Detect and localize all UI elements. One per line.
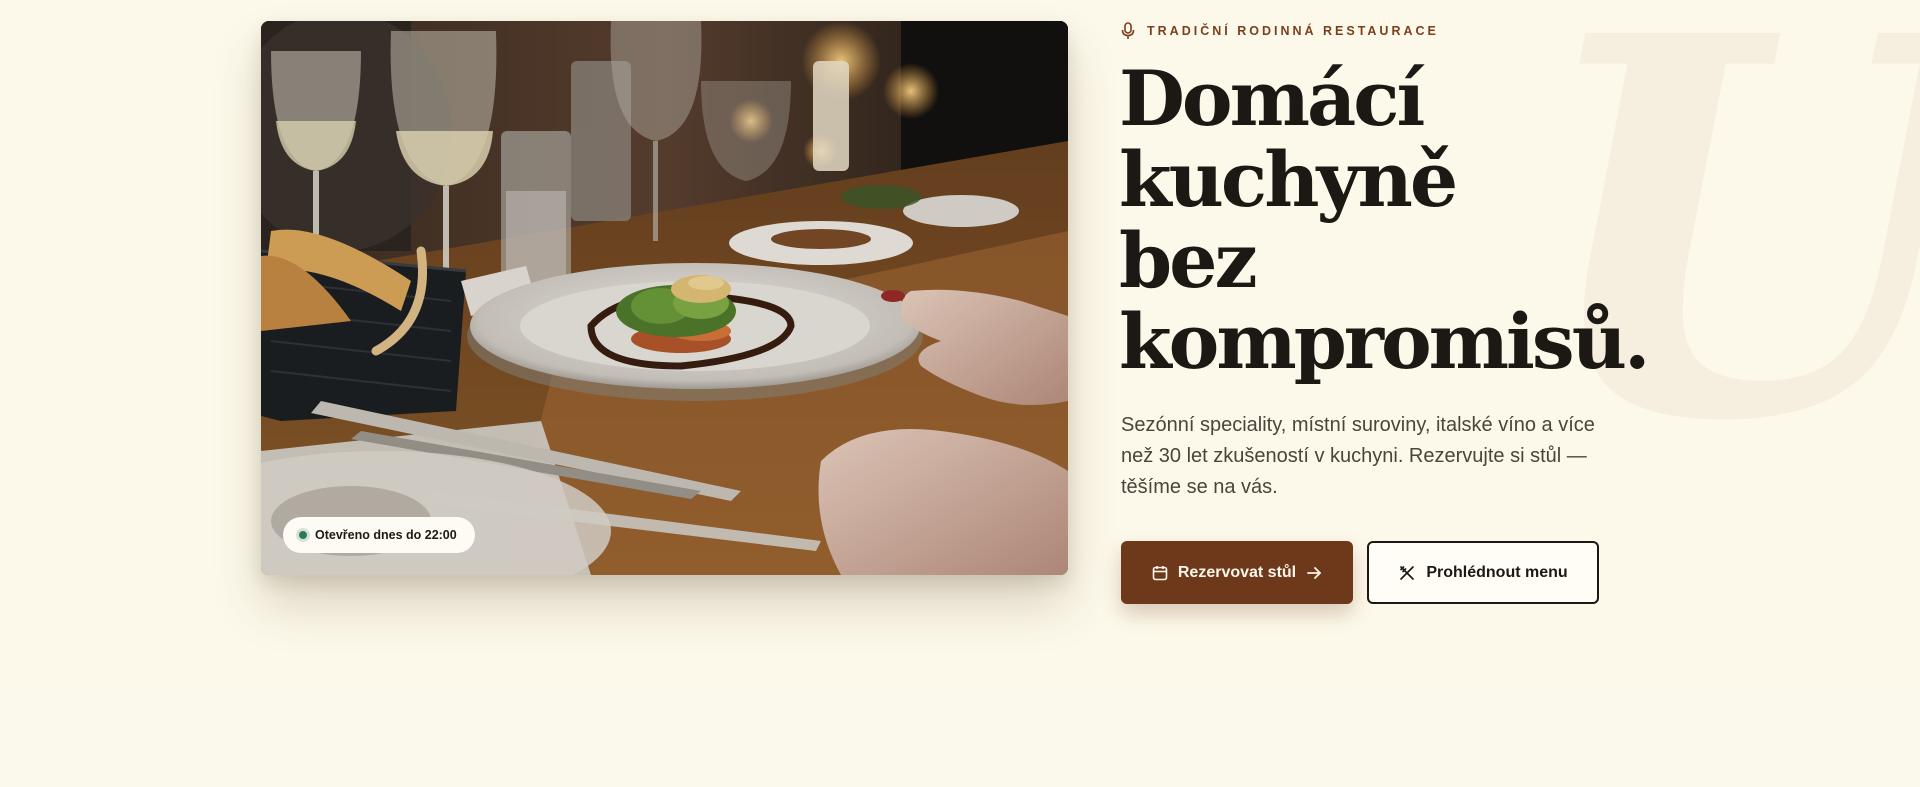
calendar-icon bbox=[1152, 565, 1168, 581]
restaurant-table-image bbox=[261, 21, 1068, 575]
headline-line: kompromisů. bbox=[1119, 297, 1650, 386]
headline-line: bez bbox=[1119, 216, 1258, 305]
view-menu-label: Prohlédnout menu bbox=[1426, 563, 1568, 581]
headline-line: kuchyně bbox=[1119, 135, 1458, 224]
page-title: Domácí kuchyně bez kompromisů. bbox=[1119, 54, 1650, 386]
page: U bbox=[0, 0, 1920, 787]
hero-photo: Otevřeno dnes do 22:00 bbox=[261, 21, 1068, 575]
reserve-table-button[interactable]: Rezervovat stůl bbox=[1121, 541, 1353, 604]
eyebrow: TRADIČNÍ RODINNÁ RESTAURACE bbox=[1121, 22, 1439, 40]
section-divider-band bbox=[0, 690, 1920, 787]
opening-hours-badge: Otevřeno dnes do 22:00 bbox=[283, 517, 475, 553]
microphone-icon bbox=[1121, 22, 1135, 40]
opening-hours-text: Otevřeno dnes do 22:00 bbox=[315, 528, 457, 542]
eyebrow-text: TRADIČNÍ RODINNÁ RESTAURACE bbox=[1147, 24, 1439, 38]
arrow-right-icon bbox=[1306, 566, 1322, 580]
headline-line: Domácí bbox=[1119, 54, 1425, 143]
utensils-crossed-icon bbox=[1398, 564, 1416, 582]
hero-description: Sezónní speciality, místní suroviny, ita… bbox=[1121, 414, 1595, 498]
view-menu-button[interactable]: Prohlédnout menu bbox=[1367, 541, 1599, 604]
open-status-dot bbox=[299, 531, 307, 539]
reserve-table-label: Rezervovat stůl bbox=[1177, 563, 1297, 581]
